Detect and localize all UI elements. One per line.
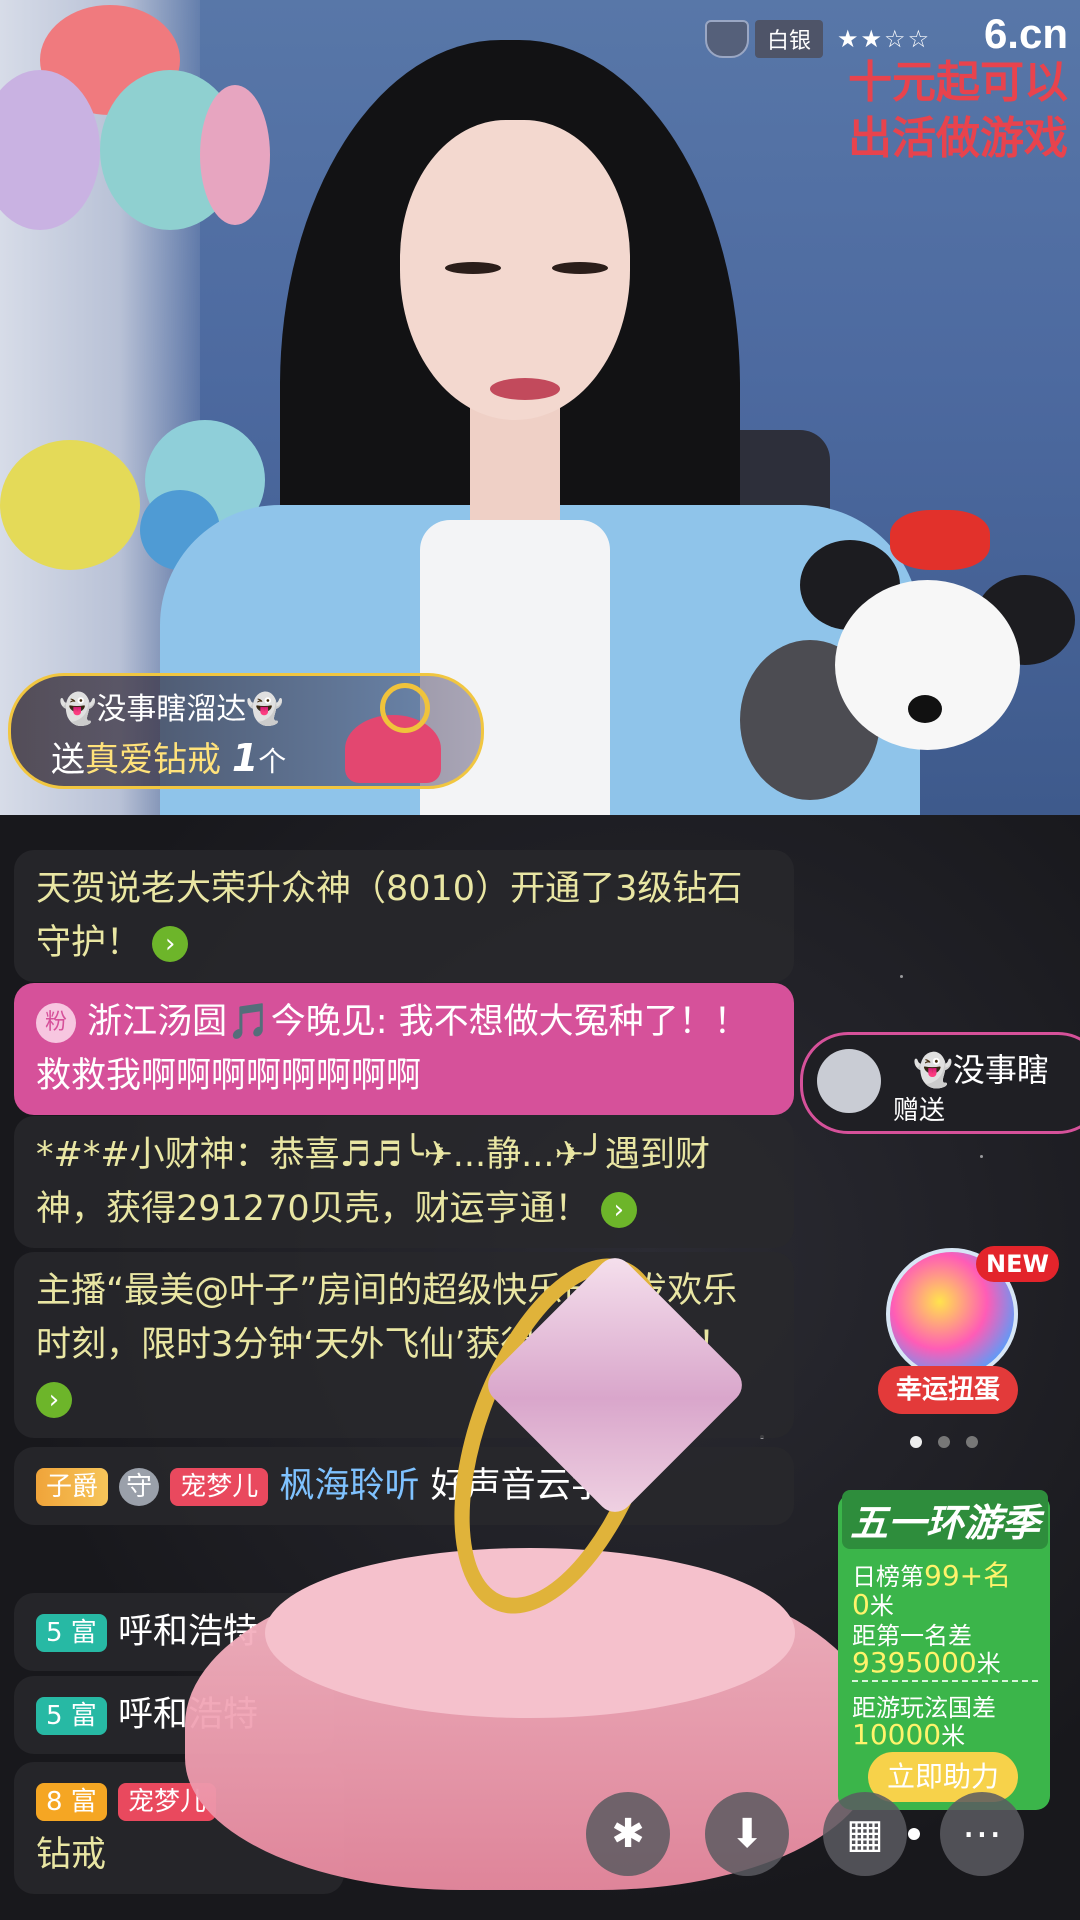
more-icon[interactable]: ⋯ xyxy=(940,1792,1024,1876)
title-chip: 子爵 xyxy=(36,1468,109,1506)
carousel-dot xyxy=(910,1436,922,1448)
pinwheel-icon[interactable]: ✱ xyxy=(586,1792,670,1876)
guard-badge: 守 xyxy=(119,1468,160,1506)
event-abroad-value: 10000 xyxy=(852,1718,942,1751)
chat-message[interactable]: 粉 浙江汤圆🎵今晚见: 我不想做大冤种了！！救救我啊啊啊啊啊啊啊啊 xyxy=(14,983,794,1115)
new-badge: NEW xyxy=(976,1246,1059,1282)
wealth-level-chip: 5 富 xyxy=(36,1697,107,1735)
gift-description: 送真爱钻戒 1个 xyxy=(51,732,286,781)
carousel-dot xyxy=(938,1436,950,1448)
avatar[interactable] xyxy=(817,1049,881,1113)
rank-label: 白银 xyxy=(755,20,824,58)
chat-message[interactable]: 天贺说老大荣升众神（8010）开通了3级钻石守护！ › xyxy=(14,850,794,982)
carousel-dot xyxy=(966,1436,978,1448)
music-note-icon: 🎵 xyxy=(227,1002,271,1042)
event-gap-unit: 米 xyxy=(976,1650,1001,1678)
gift-prefix: 送 xyxy=(51,740,85,780)
gift-sender-pill[interactable]: 👻没事瞎 赠送 xyxy=(800,1032,1080,1134)
chat-username[interactable]: 枫海聆听 xyxy=(279,1466,419,1506)
chat-message[interactable]: 子爵 守 宠梦儿 枫海聆听 好声音云字的 xyxy=(14,1447,794,1525)
event-divider xyxy=(852,1680,1038,1682)
rank-stars: ★★☆☆ xyxy=(837,25,932,53)
site-logo: 6.cn xyxy=(983,10,1068,57)
gift-sender: 👻没事瞎溜达👻 xyxy=(59,692,284,727)
chat-text: 天贺说老大荣升众神（8010）开通了3级钻石守护！ xyxy=(36,869,743,963)
right-eye xyxy=(552,262,608,274)
lips xyxy=(490,378,560,400)
event-abroad: 10000米 xyxy=(852,1716,965,1751)
chevron-right-icon[interactable]: › xyxy=(152,926,189,962)
gift-count: 1 xyxy=(231,736,259,780)
left-eye xyxy=(445,262,501,274)
stream-overlay-text: 十元起可以出活做游戏 xyxy=(848,57,1068,164)
gift-unit: 个 xyxy=(258,745,287,778)
balloon xyxy=(200,85,270,225)
wealth-level-chip: 8 富 xyxy=(36,1783,107,1821)
chevron-right-icon[interactable]: › xyxy=(36,1382,72,1418)
rank-shield-icon xyxy=(705,20,749,58)
event-title: 五一环游季 xyxy=(842,1490,1049,1549)
event-gap: 9395000米 xyxy=(852,1644,1001,1679)
event-gap-value: 9395000 xyxy=(852,1646,977,1679)
gifter-name: 👻没事瞎 xyxy=(913,1051,1049,1089)
download-icon[interactable]: ⬇ xyxy=(705,1792,789,1876)
event-rank-value: 99+名 xyxy=(924,1559,1012,1592)
chat-message[interactable]: *#*#小财神：恭喜♬♬╰✈...静...✈╯遇到财神，获得291270贝壳，财… xyxy=(14,1116,794,1248)
gift-name: 真爱钻戒 xyxy=(85,740,221,780)
sparkle xyxy=(980,1155,983,1158)
carousel-dots xyxy=(910,1436,978,1448)
live-video[interactable]: 白银 ★★☆☆ 6.cn 十元起可以出活做游戏 👻没事瞎溜达👻 送真爱钻戒 1个 xyxy=(0,0,1080,815)
chat-text: 钻戒 xyxy=(36,1835,107,1875)
ring-icon xyxy=(380,683,430,733)
grid-icon[interactable]: ▦ xyxy=(823,1792,907,1876)
fan-club-chip: 宠梦儿 xyxy=(170,1468,269,1506)
chevron-right-icon[interactable]: › xyxy=(600,1192,637,1228)
wealth-level-chip: 5 富 xyxy=(36,1614,107,1652)
lucky-capsule-button[interactable]: 幸运扭蛋 xyxy=(878,1366,1018,1414)
event-abroad-unit: 米 xyxy=(941,1722,966,1750)
gifter-action: 赠送 xyxy=(893,1096,946,1126)
fan-badge: 粉 xyxy=(36,1003,76,1043)
anchor-rank[interactable]: 白银 ★★☆☆ xyxy=(705,20,931,58)
balloon xyxy=(0,440,140,570)
plush-nose xyxy=(908,695,942,723)
sparkle xyxy=(900,975,903,978)
plush-bow xyxy=(890,510,990,570)
plush-toy xyxy=(835,580,1020,750)
chat-username[interactable]: 浙江汤圆 xyxy=(87,1002,227,1042)
page-indicator xyxy=(908,1828,920,1840)
